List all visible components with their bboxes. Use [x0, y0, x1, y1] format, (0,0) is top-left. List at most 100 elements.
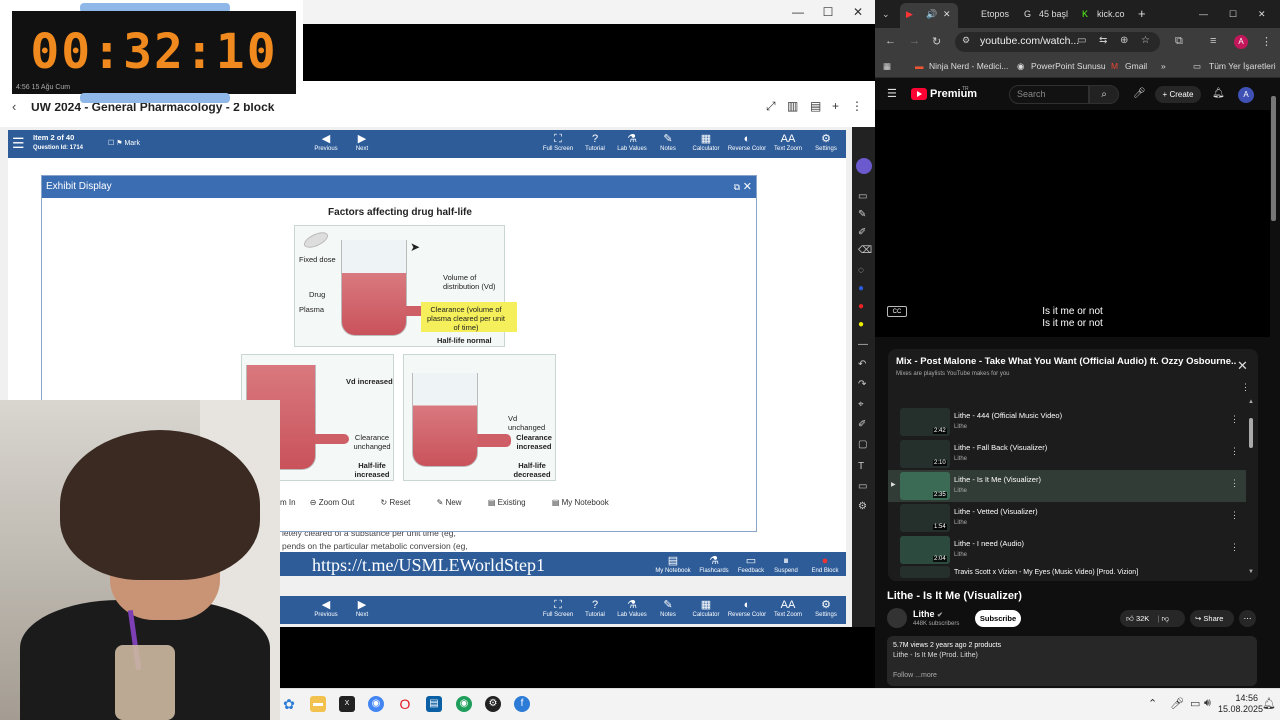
- select-icon[interactable]: ▢: [858, 439, 867, 450]
- lasso-icon[interactable]: ◌: [858, 265, 864, 276]
- notes-button[interactable]: ✎ Notes: [656, 598, 680, 622]
- video-title[interactable]: Lithe - Is It Me (Visualizer): [954, 475, 1041, 484]
- whiteboard-icon[interactable]: ▭: [858, 481, 867, 492]
- chevron-right-icon[interactable]: »: [1161, 61, 1166, 71]
- suspend-button[interactable]: ⏸ Suspend: [771, 554, 801, 578]
- tutorial-button[interactable]: ? Tutorial: [581, 132, 609, 156]
- file-explorer-icon[interactable]: ▬: [310, 696, 326, 712]
- playlist-item[interactable]: 2:10 Lithe - Fall Back (Visualizer) Lith…: [888, 438, 1246, 470]
- tutorial-button[interactable]: ? Tutorial: [581, 598, 609, 622]
- bookmark-powerpoint[interactable]: PowerPoint Sunusu: [1031, 61, 1106, 71]
- more-options-icon[interactable]: ⋮: [1230, 510, 1239, 521]
- feedback-button[interactable]: ▭ Feedback: [735, 554, 767, 578]
- channel-name[interactable]: Lithe ✔: [913, 609, 943, 619]
- close-icon[interactable]: ✕: [1258, 3, 1266, 25]
- volume-icon[interactable]: 🔊︎: [1204, 697, 1211, 710]
- text-zoom-button[interactable]: AA Text Zoom: [770, 598, 806, 622]
- full-screen-button[interactable]: ⛶ Full Screen: [541, 132, 575, 156]
- end-block-button[interactable]: ● End Block: [808, 554, 842, 578]
- video-title[interactable]: Lithe - Vetted (Visualizer): [954, 507, 1038, 516]
- settings-button[interactable]: ⚙ Settings: [811, 132, 841, 156]
- my-notebook-button[interactable]: ▤ My Notebook: [552, 498, 621, 507]
- full-screen-button[interactable]: ⛶ Full Screen: [541, 598, 575, 622]
- blue-color-icon[interactable]: ●: [858, 283, 864, 294]
- text-zoom-button[interactable]: AA Text Zoom: [770, 132, 806, 156]
- address-text[interactable]: youtube.com/watch...: [980, 35, 1079, 47]
- profile-avatar[interactable]: A: [1234, 35, 1248, 49]
- bookmark-gmail[interactable]: Gmail: [1125, 61, 1147, 71]
- zoom-icon[interactable]: ⊕: [1120, 35, 1128, 46]
- more-options-icon[interactable]: ⋮: [1230, 446, 1239, 457]
- menu-icon[interactable]: ☰: [12, 135, 25, 152]
- brush-icon[interactable]: [856, 158, 872, 174]
- text-tool-icon[interactable]: T: [858, 461, 864, 472]
- site-info-icon[interactable]: ⚙: [962, 35, 970, 46]
- translate-icon[interactable]: ⇆: [1099, 35, 1107, 46]
- next-button[interactable]: ▶ Next: [348, 598, 376, 622]
- playlist-item[interactable]: 2:42 Lithe - 444 (Official Music Video) …: [888, 406, 1246, 438]
- previous-button[interactable]: ◀ Previous: [312, 132, 340, 156]
- add-icon[interactable]: +: [832, 99, 839, 113]
- new-tab-icon[interactable]: +: [1138, 3, 1146, 25]
- playlist-item[interactable]: 2:04 Lithe - I need (Audio) Lithe ⋮: [888, 534, 1246, 566]
- next-button[interactable]: ▶ Next: [348, 132, 376, 156]
- subscribe-button[interactable]: Subscribe: [975, 610, 1021, 627]
- minimize-icon[interactable]: —: [1199, 3, 1208, 25]
- scroll-down-icon[interactable]: ▼: [1248, 569, 1254, 575]
- share-button[interactable]: ↪ Share: [1190, 610, 1234, 627]
- store-icon[interactable]: ▤: [426, 696, 442, 712]
- copilot-icon[interactable]: ✿: [281, 696, 297, 712]
- bookmark-star-icon[interactable]: ☆: [1141, 35, 1150, 46]
- reload-icon[interactable]: ↻: [932, 35, 941, 48]
- account-avatar[interactable]: A: [1238, 87, 1254, 103]
- microphone-icon[interactable]: 🎤︎: [1170, 697, 1184, 710]
- guide-menu-icon[interactable]: ☰: [887, 87, 897, 100]
- existing-button[interactable]: ▤ Existing: [488, 498, 538, 507]
- tab-kick[interactable]: kick.co: [1097, 3, 1125, 25]
- reset-button[interactable]: ↻ Reset: [381, 498, 423, 507]
- microphone-icon[interactable]: 🎤︎: [1133, 88, 1146, 99]
- playlist-item[interactable]: Travis Scott x Vizion - My Eyes (Music V…: [888, 566, 1246, 578]
- minimize-icon[interactable]: —: [790, 4, 806, 20]
- back-icon[interactable]: ←: [885, 35, 896, 47]
- red-color-icon[interactable]: ●: [858, 301, 864, 312]
- video-player[interactable]: [875, 110, 1270, 337]
- more-icon[interactable]: ⋮: [851, 99, 863, 113]
- mark-checkbox[interactable]: ☐ ⚑ Mark: [108, 139, 140, 147]
- chrome-profile-icon[interactable]: ◉: [456, 696, 472, 712]
- extensions-icon[interactable]: ⧉: [1175, 35, 1183, 48]
- scroll-up-icon[interactable]: ▲: [1248, 399, 1254, 405]
- zoom-in-button[interactable]: m In: [280, 498, 296, 507]
- zoom-out-button[interactable]: ⊖ Zoom Out: [310, 498, 367, 507]
- my-notebook-button[interactable]: ▤ My Notebook: [653, 554, 693, 578]
- video-title[interactable]: Lithe - Fall Back (Visualizer): [954, 443, 1047, 452]
- menu-icon[interactable]: ⋮: [1261, 35, 1272, 48]
- audio-icon[interactable]: 🔊: [926, 3, 937, 25]
- notes-button[interactable]: ✎ Notes: [656, 132, 680, 156]
- calculator-button[interactable]: ▦ Calculator: [686, 132, 726, 156]
- more-options-icon[interactable]: ⋮: [1241, 382, 1250, 393]
- video-title[interactable]: Travis Scott x Vizion - My Eyes (Music V…: [954, 569, 1138, 576]
- close-icon[interactable]: ✕: [743, 176, 752, 198]
- video-title[interactable]: Lithe - 444 (Official Music Video): [954, 411, 1062, 420]
- calculator-button[interactable]: ▦ Calculator: [686, 598, 726, 622]
- new-button[interactable]: ✎ New: [437, 498, 474, 507]
- reading-list-icon[interactable]: ≡: [1210, 35, 1216, 47]
- flashcards-button[interactable]: ⚗ Flashcards: [696, 554, 732, 578]
- apps-icon[interactable]: ▦: [883, 61, 891, 72]
- previous-button[interactable]: ◀ Previous: [312, 598, 340, 622]
- reverse-color-button[interactable]: ◐ Reverse Color: [726, 598, 768, 622]
- opera-icon[interactable]: O: [397, 696, 413, 712]
- expand-icon[interactable]: ⤢: [766, 99, 776, 114]
- lab-values-button[interactable]: ⚗ Lab Values: [614, 598, 650, 622]
- like-button[interactable]: 👍︎ 32K | 👎︎: [1120, 610, 1185, 627]
- maximize-icon[interactable]: ☐: [820, 4, 836, 20]
- close-icon[interactable]: ✕: [850, 4, 866, 20]
- settings-button[interactable]: ⚙ Settings: [811, 598, 841, 622]
- redo-icon[interactable]: ↷: [858, 379, 866, 390]
- youtube-brand[interactable]: Premium: [930, 88, 977, 100]
- create-button[interactable]: + Create: [1155, 86, 1201, 103]
- highlighter-icon[interactable]: ✐: [858, 227, 866, 238]
- yellow-color-icon[interactable]: ●: [858, 319, 864, 330]
- bookmark-ninja-nerd[interactable]: Ninja Nerd - Medici...: [929, 61, 1008, 71]
